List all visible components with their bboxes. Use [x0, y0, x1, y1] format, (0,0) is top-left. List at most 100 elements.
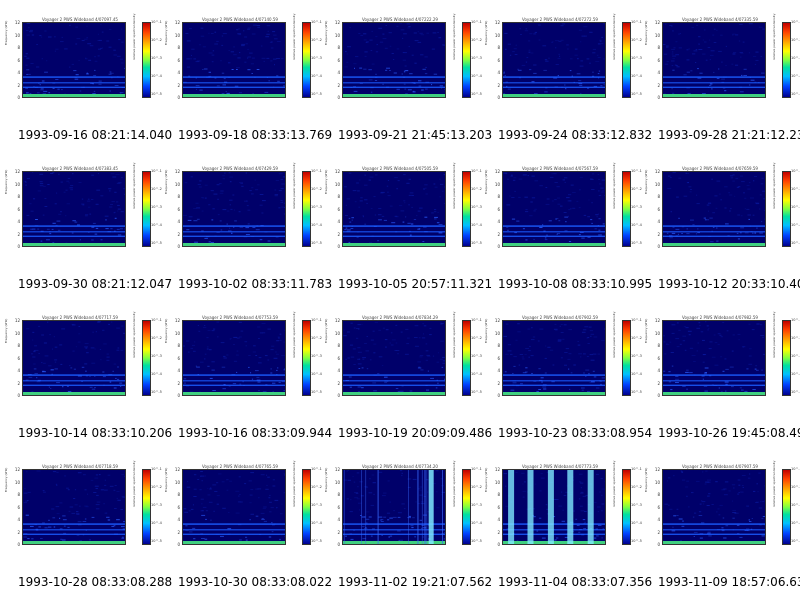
plot-caption[interactable]: 1993-10-19 20:09:09.486: [338, 426, 492, 440]
plot-thumbnail[interactable]: Voyager 2 PWS Wideband 4/07505.59 12 10 8 6…: [320, 149, 492, 298]
y-axis-label: Frequency (kHz): [164, 467, 168, 492]
spectrogram-image: [503, 172, 605, 246]
plot-thumbnail[interactable]: Voyager 2 PWS Wideband 4/07335.59 12 10 8 6…: [640, 0, 800, 149]
colorbar-label: relative power spectral density: [772, 162, 776, 210]
y-tick-label: 0: [497, 95, 500, 100]
spectrogram-panel: [22, 22, 126, 98]
y-tick-label: 6: [657, 206, 660, 212]
plot-thumbnail[interactable]: Voyager 2 PWS Wideband 4/07773.59 12 10 8 6…: [480, 447, 652, 596]
y-tick-label: 0: [657, 542, 660, 547]
plot-thumbnail[interactable]: Voyager 2 PWS Wideband 4/07567.59 12 10 8 6…: [480, 149, 652, 298]
spectrogram-image: [663, 172, 765, 246]
spectrogram-panel: [662, 171, 766, 247]
plot-thumbnail[interactable]: Voyager 2 PWS Wideband 4/07272.59 12 10 8 6…: [480, 0, 652, 149]
spectrogram-image: [183, 172, 285, 246]
plot-caption[interactable]: 1993-10-05 20:57:11.321: [338, 277, 492, 291]
y-tick-label: 4: [177, 219, 180, 224]
plot-thumbnail[interactable]: Voyager 2 PWS Wideband 4/07907.59 12 10 8 6…: [640, 447, 800, 596]
spectrogram-figure: Voyager 2 PWS Wideband 4/07659.59 12 10 8 6…: [640, 149, 800, 269]
y-axis-ticks: 12 10 8 6 4 2 0: [328, 20, 340, 100]
plot-thumbnail[interactable]: Voyager 2 PWS Wideband 4/07718.59 12 10 8 6…: [0, 447, 172, 596]
colorbar: [622, 171, 631, 247]
plot-thumbnail[interactable]: Voyager 2 PWS Wideband 4/07222.29 12 10 8 6…: [320, 0, 492, 149]
spectrogram-image: [503, 321, 605, 395]
spectrogram-figure: Voyager 2 PWS Wideband 4/07383.45 12 10 8 6…: [0, 149, 162, 269]
colorbar: [782, 171, 791, 247]
plot-caption[interactable]: 1993-09-30 08:21:12.047: [18, 277, 172, 291]
y-tick-label: 12: [334, 169, 340, 174]
plot-thumbnail[interactable]: Voyager 2 PWS Wideband 4/07097.45 12 10 8 6…: [0, 0, 172, 149]
plot-thumbnail[interactable]: Voyager 2 PWS Wideband 4/07753.59 12 10 8 6…: [160, 298, 332, 447]
spectrogram-figure: Voyager 2 PWS Wideband 4/07834.29 12 10 8 6…: [320, 298, 482, 418]
plot-caption[interactable]: 1993-10-08 08:33:10.995: [498, 277, 652, 291]
plot-caption[interactable]: 1993-10-28 08:33:08.288: [18, 575, 172, 589]
plot-thumbnail[interactable]: Voyager 2 PWS Wideband 4/07834.29 12 10 8 6…: [320, 298, 492, 447]
plot-thumbnail[interactable]: Voyager 2 PWS Wideband 4/07383.45 12 10 8 6…: [0, 149, 172, 298]
y-tick-label: 2: [17, 380, 20, 386]
plot-thumbnail[interactable]: Voyager 2 PWS Wideband 4/07659.59 12 10 8 6…: [640, 149, 800, 298]
plot-thumbnail[interactable]: Voyager 2 PWS Wideband 4/07429.59 12 10 8 6…: [160, 149, 332, 298]
y-tick-label: 2: [657, 529, 660, 535]
y-tick-label: 6: [337, 504, 340, 510]
plot-caption[interactable]: 1993-10-02 08:33:11.783: [178, 277, 332, 291]
y-tick-label: 10: [494, 181, 500, 187]
y-tick-label: 2: [177, 231, 180, 237]
plot-thumbnail[interactable]: Voyager 2 PWS Wideband 4/07765.59 12 10 8 6…: [160, 447, 332, 596]
plot-caption[interactable]: 1993-10-23 08:33:08.954: [498, 426, 652, 440]
y-tick-label: 10: [654, 479, 660, 485]
y-axis-ticks: 12 10 8 6 4 2 0: [168, 318, 180, 398]
plot-caption[interactable]: 1993-10-30 08:33:08.022: [178, 575, 332, 589]
plot-thumbnail[interactable]: Voyager 2 PWS Wideband 4/07140.59 12 10 8 6…: [160, 0, 332, 149]
plot-thumbnail[interactable]: Voyager 2 PWS Wideband 4/07734.20 12 10 8 6…: [320, 447, 492, 596]
plot-thumbnail[interactable]: Voyager 2 PWS Wideband 4/07902.59 12 10 8 6…: [480, 298, 652, 447]
y-tick-label: 10: [654, 330, 660, 336]
plot-caption[interactable]: 1993-09-24 08:33:12.832: [498, 128, 652, 142]
y-axis-label: Frequency (kHz): [164, 20, 168, 45]
spectrogram-figure: Voyager 2 PWS Wideband 4/07902.59 12 10 8 6…: [480, 298, 642, 418]
y-tick-label: 12: [174, 318, 180, 323]
plot-caption[interactable]: 1993-11-09 18:57:06.632: [658, 575, 800, 589]
plot-caption[interactable]: 1993-09-16 08:21:14.040: [18, 128, 172, 142]
plot-caption[interactable]: 1993-10-12 20:33:10.403: [658, 277, 800, 291]
plot-caption[interactable]: 1993-09-28 21:21:12.239: [658, 128, 800, 142]
y-tick-label: 12: [14, 318, 20, 323]
y-tick-label: 8: [657, 45, 660, 50]
plot-caption[interactable]: 1993-09-18 08:33:13.769: [178, 128, 332, 142]
y-tick-label: 6: [177, 355, 180, 361]
colorbar-tick-label: 10^-2: [791, 485, 800, 489]
spectrogram-figure: Voyager 2 PWS Wideband 4/07567.59 12 10 8 6…: [480, 149, 642, 269]
y-axis-ticks: 12 10 8 6 4 2 0: [8, 318, 20, 398]
colorbar: [142, 469, 151, 545]
y-axis-ticks: 12 10 8 6 4 2 0: [328, 169, 340, 249]
y-tick-label: 4: [497, 70, 500, 75]
plot-caption[interactable]: 1993-10-14 08:33:10.206: [18, 426, 172, 440]
plot-caption[interactable]: 1993-10-26 19:45:08.493: [658, 426, 800, 440]
y-axis-label: Frequency (kHz): [644, 169, 648, 194]
y-tick-label: 12: [174, 467, 180, 472]
plot-thumbnail[interactable]: Voyager 2 PWS Wideband 4/07982.59 12 10 8 6…: [640, 298, 800, 447]
y-tick-label: 2: [497, 380, 500, 386]
y-tick-label: 0: [657, 95, 660, 100]
plot-caption[interactable]: 1993-10-16 08:33:09.944: [178, 426, 332, 440]
colorbar: [142, 171, 151, 247]
plot-thumbnail[interactable]: Voyager 2 PWS Wideband 4/07717.59 12 10 8 6…: [0, 298, 172, 447]
y-tick-label: 10: [494, 479, 500, 485]
spectrogram-image: [663, 23, 765, 97]
spectrogram-image: [23, 470, 125, 544]
plot-caption[interactable]: 1993-11-02 19:21:07.562: [338, 575, 492, 589]
y-tick-label: 8: [657, 492, 660, 497]
y-tick-label: 6: [17, 504, 20, 510]
spectrogram-panel: [342, 469, 446, 545]
spectrogram-panel: [662, 22, 766, 98]
plot-caption[interactable]: 1993-09-21 21:45:13.203: [338, 128, 492, 142]
y-tick-label: 12: [494, 467, 500, 472]
spectrogram-image: [183, 321, 285, 395]
y-tick-label: 0: [17, 95, 20, 100]
y-tick-label: 0: [177, 244, 180, 249]
y-tick-label: 6: [657, 57, 660, 63]
colorbar-tick-label: 10^-3: [791, 503, 800, 507]
y-tick-label: 12: [654, 169, 660, 174]
plot-caption[interactable]: 1993-11-04 08:33:07.356: [498, 575, 652, 589]
colorbar: [622, 22, 631, 98]
colorbar-tick-label: 10^-5: [791, 92, 800, 96]
